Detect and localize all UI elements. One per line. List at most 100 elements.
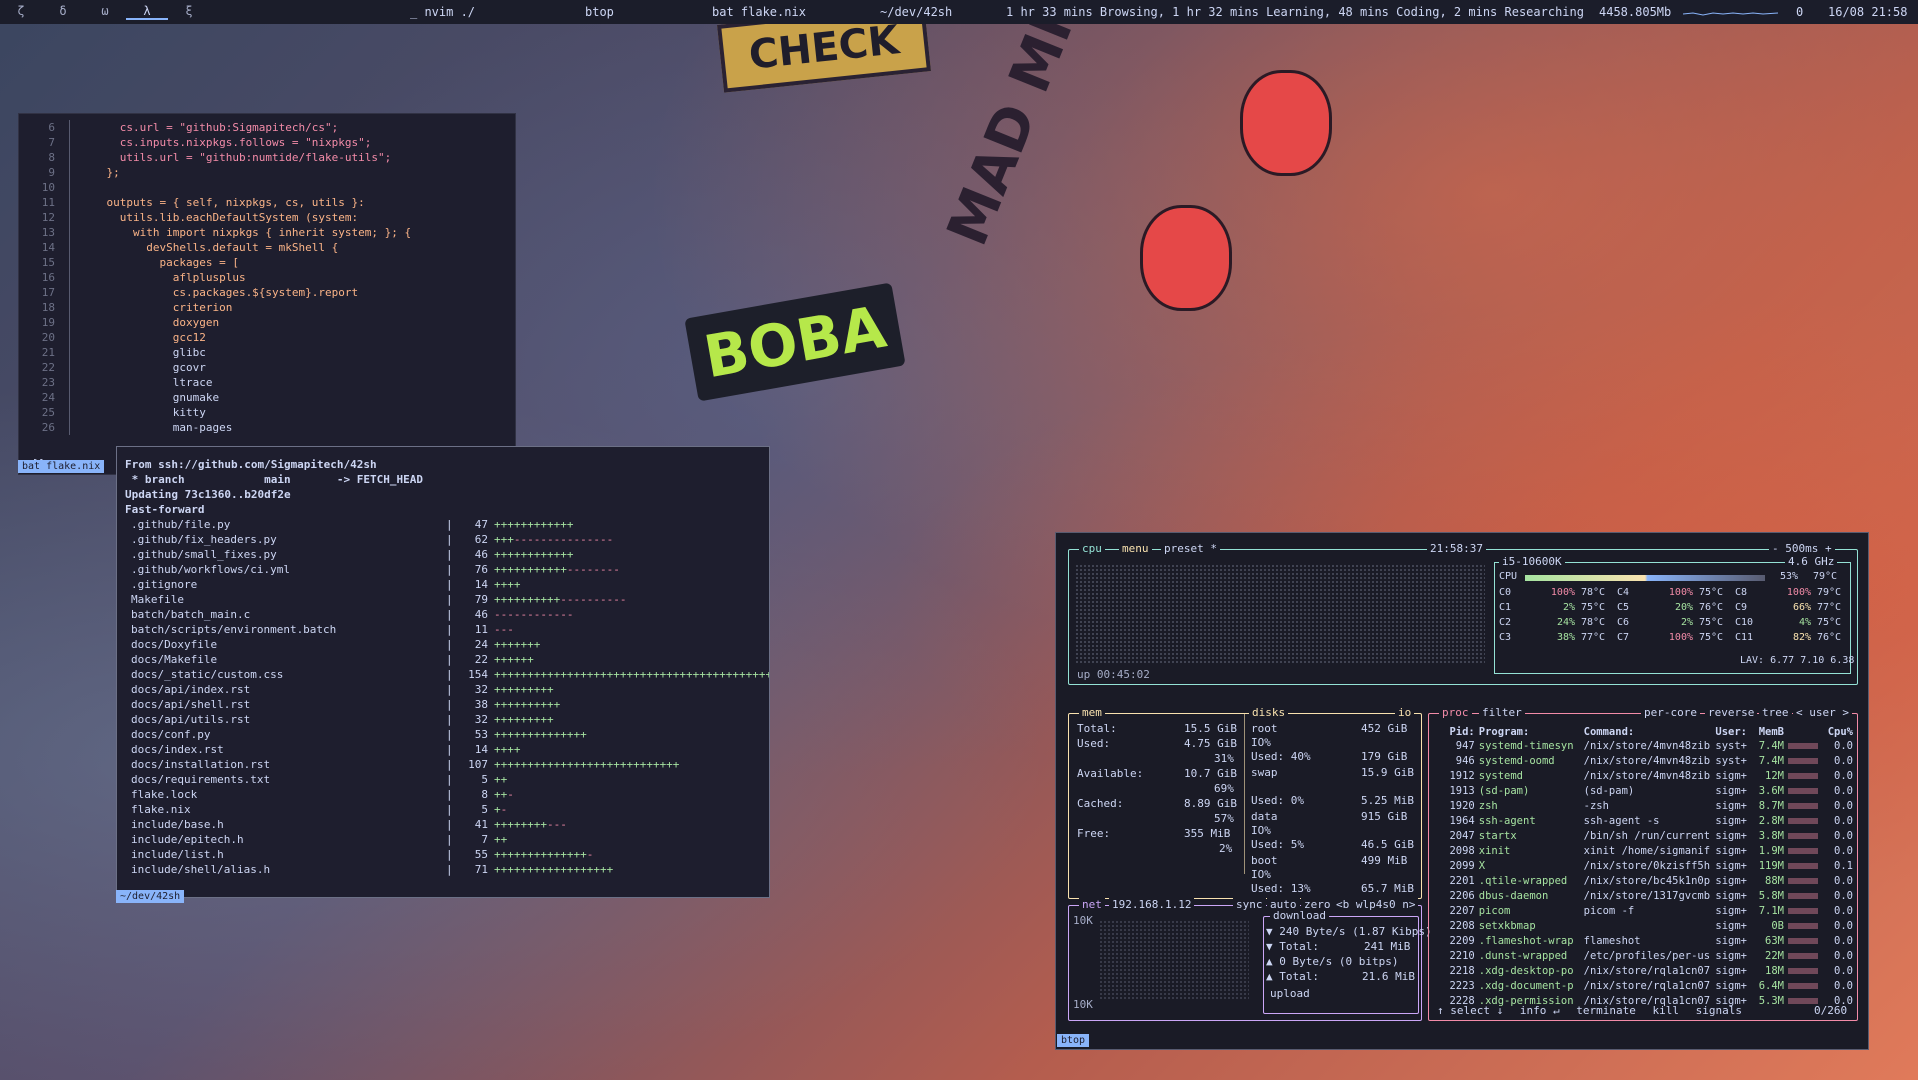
col-user[interactable]: User: bbox=[1715, 724, 1754, 739]
io-title[interactable]: io bbox=[1395, 706, 1415, 719]
diffstat-additions: ++ bbox=[494, 788, 508, 801]
workspace-1[interactable]: ζ bbox=[0, 4, 42, 20]
process-row[interactable]: 1920 zsh -zsh sigm+ 8.7M 0.0 bbox=[1437, 799, 1857, 814]
process-command: -zsh bbox=[1583, 800, 1609, 812]
line-number: 13 bbox=[41, 226, 55, 239]
col-cpu[interactable]: Cpu% bbox=[1824, 724, 1857, 739]
process-mem-bar bbox=[1787, 874, 1824, 889]
net-scale-bottom: 10K bbox=[1073, 998, 1093, 1011]
process-cpu: 0.0 bbox=[1834, 890, 1853, 902]
line-number: 16 bbox=[41, 271, 55, 284]
workspace-2[interactable]: δ bbox=[42, 4, 84, 20]
process-cpu: 0.0 bbox=[1834, 845, 1853, 857]
process-row[interactable]: 2209 .flameshot-wrap flameshot sigm+ 63M 0.0 bbox=[1437, 934, 1857, 949]
diffstat-file: docs/conf.py bbox=[131, 728, 211, 741]
diffstat-row: docs/Doxyfile | 24 +++++++ bbox=[125, 637, 769, 652]
process-row[interactable]: 947 systemd-timesyn/nix/store/4mvn48zib sy… bbox=[1437, 739, 1857, 754]
proc-tree-tab[interactable]: tree bbox=[1759, 706, 1792, 719]
diffstat-file: Makefile bbox=[131, 593, 184, 606]
menu-tab[interactable]: menu bbox=[1119, 542, 1152, 555]
process-user: sigm+ bbox=[1715, 950, 1747, 962]
process-command: /nix/store/4mvn48zib bbox=[1583, 740, 1711, 752]
process-row[interactable]: 2223 .xdg-document-p/nix/store/rqla1cn07 s… bbox=[1437, 979, 1857, 994]
git-header-line: * branch main -> FETCH_HEAD bbox=[125, 473, 424, 486]
process-mem-bar bbox=[1787, 964, 1824, 979]
line-number: 22 bbox=[41, 361, 55, 374]
upload-total-value: 21.6 MiB bbox=[1362, 970, 1415, 983]
cpu-core-label: C3 bbox=[1499, 632, 1512, 643]
proc-reverse-tab[interactable]: reverse bbox=[1705, 706, 1758, 719]
col-command[interactable]: Command: bbox=[1584, 724, 1716, 739]
net-box: net 192.168.1.12 sync auto zero <b wlp4s… bbox=[1068, 898, 1432, 1021]
process-cpu: 0.0 bbox=[1834, 875, 1853, 887]
bat-flake-window[interactable]: 6 cs.url = "github:Sigmapitech/cs"; 7 cs.… bbox=[18, 113, 516, 475]
workspace-5[interactable]: ξ bbox=[168, 4, 210, 20]
process-mem: 63M bbox=[1765, 935, 1784, 947]
proc-filter-tab[interactable]: filter bbox=[1479, 706, 1525, 719]
cpu-tab[interactable]: cpu bbox=[1079, 542, 1105, 555]
window-title-btop[interactable]: btop bbox=[585, 5, 614, 19]
process-row[interactable]: 2099 X/nix/store/0kzisff5h sigm+ 119M 0.1 bbox=[1437, 859, 1857, 874]
preset-tab[interactable]: preset * bbox=[1161, 542, 1220, 555]
code-line: 25 kitty bbox=[19, 405, 411, 420]
line-number: 11 bbox=[41, 196, 55, 209]
process-row[interactable]: 2098 xinit xinit /home/sigmanif sigm+ 1.9M 0.… bbox=[1437, 844, 1857, 859]
git-pull-terminal[interactable]: From ssh://github.com/Sigmapitech/42sh *… bbox=[116, 446, 770, 898]
diffstat-count: 7 bbox=[481, 833, 488, 846]
process-row[interactable]: 946 systemd-oomd/nix/store/4mvn48zib syst+… bbox=[1437, 754, 1857, 769]
diffstat-row: docs/Makefile | 22 ++++++ bbox=[125, 652, 769, 667]
proc-percore-tab[interactable]: per-core bbox=[1641, 706, 1700, 719]
diffstat-additions: ++++++++++++ bbox=[494, 548, 574, 561]
process-row[interactable]: 2218 .xdg-desktop-po/nix/store/rqla1cn07 s… bbox=[1437, 964, 1857, 979]
process-row[interactable]: 2206 dbus-daemon/nix/store/1317gvcmb sigm+… bbox=[1437, 889, 1857, 904]
footer-select[interactable]: ↑ select ↓ bbox=[1437, 1004, 1503, 1017]
cpu-core-pct: 82% bbox=[1792, 632, 1811, 643]
window-title-nvim[interactable]: _ nvim ./ bbox=[410, 5, 475, 19]
cpu-core-temp: 75°C bbox=[1699, 617, 1724, 628]
col-mem[interactable]: MemB bbox=[1755, 724, 1788, 739]
process-cpu: 0.0 bbox=[1834, 815, 1853, 827]
footer-info[interactable]: info ↵ bbox=[1520, 1004, 1560, 1017]
cpu-core-pct: 20% bbox=[1674, 602, 1693, 613]
line-text: gcc12 bbox=[80, 331, 206, 344]
process-row[interactable]: 2047 startx/bin/sh /run/current sigm+ 3.8M 0… bbox=[1437, 829, 1857, 844]
footer-terminate[interactable]: terminate bbox=[1576, 1004, 1636, 1017]
diffstat-deletions: -------- bbox=[566, 563, 620, 576]
process-row[interactable]: 1913 (sd-pam) (sd-pam) sigm+ 3.6M 0.0 bbox=[1437, 784, 1857, 799]
col-pid[interactable]: Pid: bbox=[1437, 724, 1479, 739]
process-row[interactable]: 1912 systemd/nix/store/4mvn48zib sigm+ 12M 0… bbox=[1437, 769, 1857, 784]
line-number: 24 bbox=[41, 391, 55, 404]
btop-window-label: btop bbox=[1057, 1034, 1090, 1047]
process-row[interactable]: 1964 ssh-agent ssh-agent -s sigm+ 2.8M 0.0 bbox=[1437, 814, 1857, 829]
diffstat-file: docs/api/utils.rst bbox=[131, 713, 251, 726]
process-row[interactable]: 2208 setxkbmap sigm+ 0B 0.0 bbox=[1437, 919, 1857, 934]
diffstat-count: 41 bbox=[474, 818, 488, 831]
process-row[interactable]: 2210 .dunst-wrapped/etc/profiles/per-us si… bbox=[1437, 949, 1857, 964]
net-interface-tab[interactable]: <b wlp4s0 n> bbox=[1333, 898, 1419, 911]
proc-user-sort[interactable]: < user > bbox=[1793, 706, 1852, 719]
process-row[interactable]: 2207 picom picom -f sigm+ 7.1M 0.0 bbox=[1437, 904, 1857, 919]
window-title-shell[interactable]: ~/dev/42sh bbox=[880, 5, 952, 19]
process-cpu: 0.0 bbox=[1834, 800, 1853, 812]
footer-signals[interactable]: signals bbox=[1696, 1004, 1742, 1017]
net-sync-tab[interactable]: sync bbox=[1233, 898, 1266, 911]
diffstat-count: 55 bbox=[474, 848, 488, 861]
workspace-4[interactable]: λ bbox=[126, 4, 168, 20]
line-number: 23 bbox=[41, 376, 55, 389]
footer-kill[interactable]: kill bbox=[1652, 1004, 1679, 1017]
process-row[interactable]: 2201 .qtile-wrapped/nix/store/bc45k1n0p si… bbox=[1437, 874, 1857, 889]
diffstat-count: 5 bbox=[481, 803, 488, 816]
diffstat-count: 71 bbox=[474, 863, 488, 876]
proc-box: proc filter per-core reverse tree < user… bbox=[1428, 706, 1858, 1021]
btop-window[interactable]: cpu menu preset * 21:58:37 - 500ms + up … bbox=[1055, 532, 1869, 1050]
window-title-bat[interactable]: bat flake.nix bbox=[712, 5, 806, 19]
workspace-list: ζ δ ω λ ξ bbox=[0, 4, 210, 20]
process-cpu: 0.0 bbox=[1834, 830, 1853, 842]
col-program[interactable]: Program: bbox=[1479, 724, 1584, 739]
workspace-3[interactable]: ω bbox=[84, 4, 126, 20]
lantern-2 bbox=[1140, 205, 1232, 311]
update-interval[interactable]: - 500ms + bbox=[1769, 542, 1835, 555]
process-command: /bin/sh /run/current bbox=[1583, 830, 1711, 842]
line-text: gcovr bbox=[80, 361, 206, 374]
process-pid: 1920 bbox=[1449, 800, 1475, 812]
